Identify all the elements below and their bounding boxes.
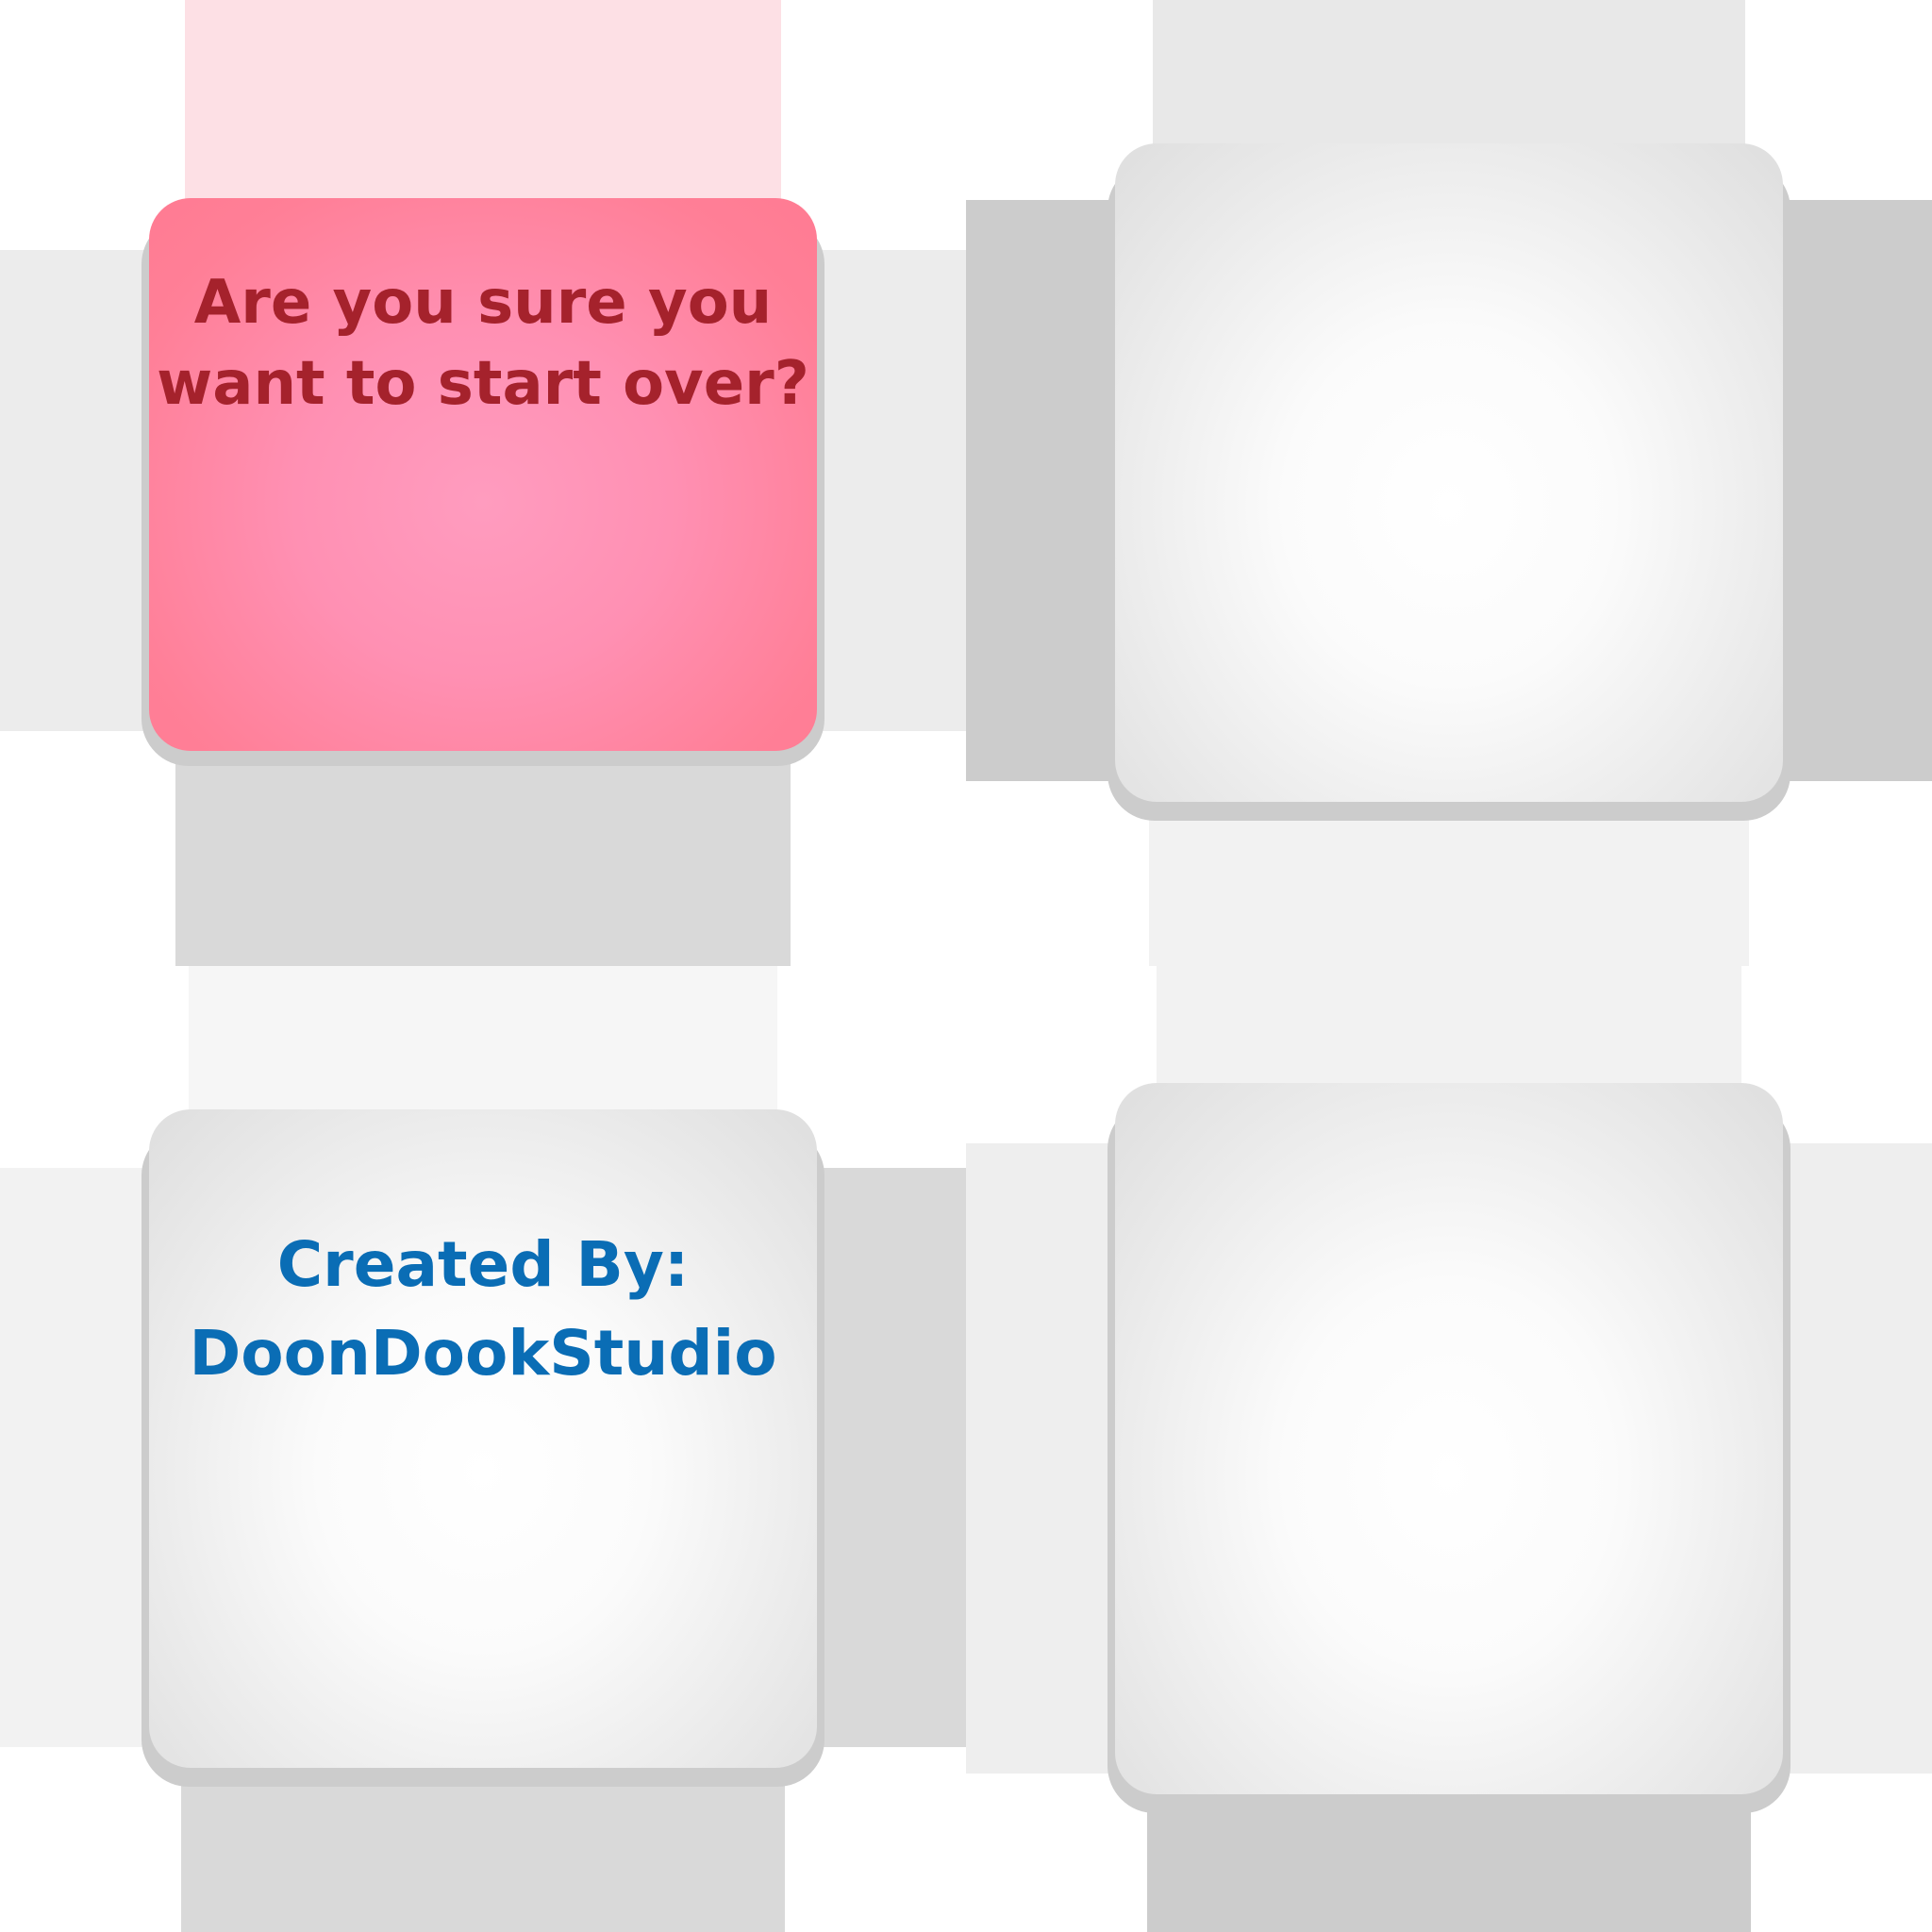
blank-tile-bottom-right[interactable] (1108, 1083, 1790, 1813)
credits-text: Created By: DoonDookStudio (149, 1109, 817, 1398)
grey-band-left-top (0, 250, 151, 731)
light-band-left-bottom (0, 1168, 151, 1747)
grey-band-mid-top (811, 250, 966, 731)
restart-prompt-text: Are you sure you want to start over? (157, 268, 809, 419)
dark-band-right-right (1783, 200, 1932, 781)
blank-panel-top-right (1115, 143, 1783, 802)
credits-tile[interactable]: Created By: DoonDookStudio (142, 1109, 824, 1787)
grey-strip-top-right (1153, 0, 1745, 151)
game-screen: Are you sure you want to start over? Cre… (0, 0, 1932, 1932)
credits-heading: Created By: (276, 1228, 690, 1301)
light-band-bottom-right (1783, 1143, 1932, 1774)
grey-strip-below-pink (175, 755, 791, 966)
confirm-dialog: Are you sure you want to start over? (149, 198, 817, 751)
grey-strip-bottom-left (181, 1774, 785, 1932)
credits-panel: Created By: DoonDookStudio (149, 1109, 817, 1768)
confirm-dialog-tile[interactable]: Are you sure you want to start over? (142, 198, 824, 766)
light-strip-below-top-right (1149, 811, 1749, 966)
dark-strip-bottom-right (1147, 1804, 1751, 1932)
blank-tile-top-right[interactable] (1108, 143, 1790, 821)
pink-top-strip (185, 0, 781, 200)
studio-name: DoonDookStudio (189, 1317, 777, 1390)
mid-band-bottom-left (811, 1168, 966, 1747)
blank-panel-bottom-right (1115, 1083, 1783, 1794)
